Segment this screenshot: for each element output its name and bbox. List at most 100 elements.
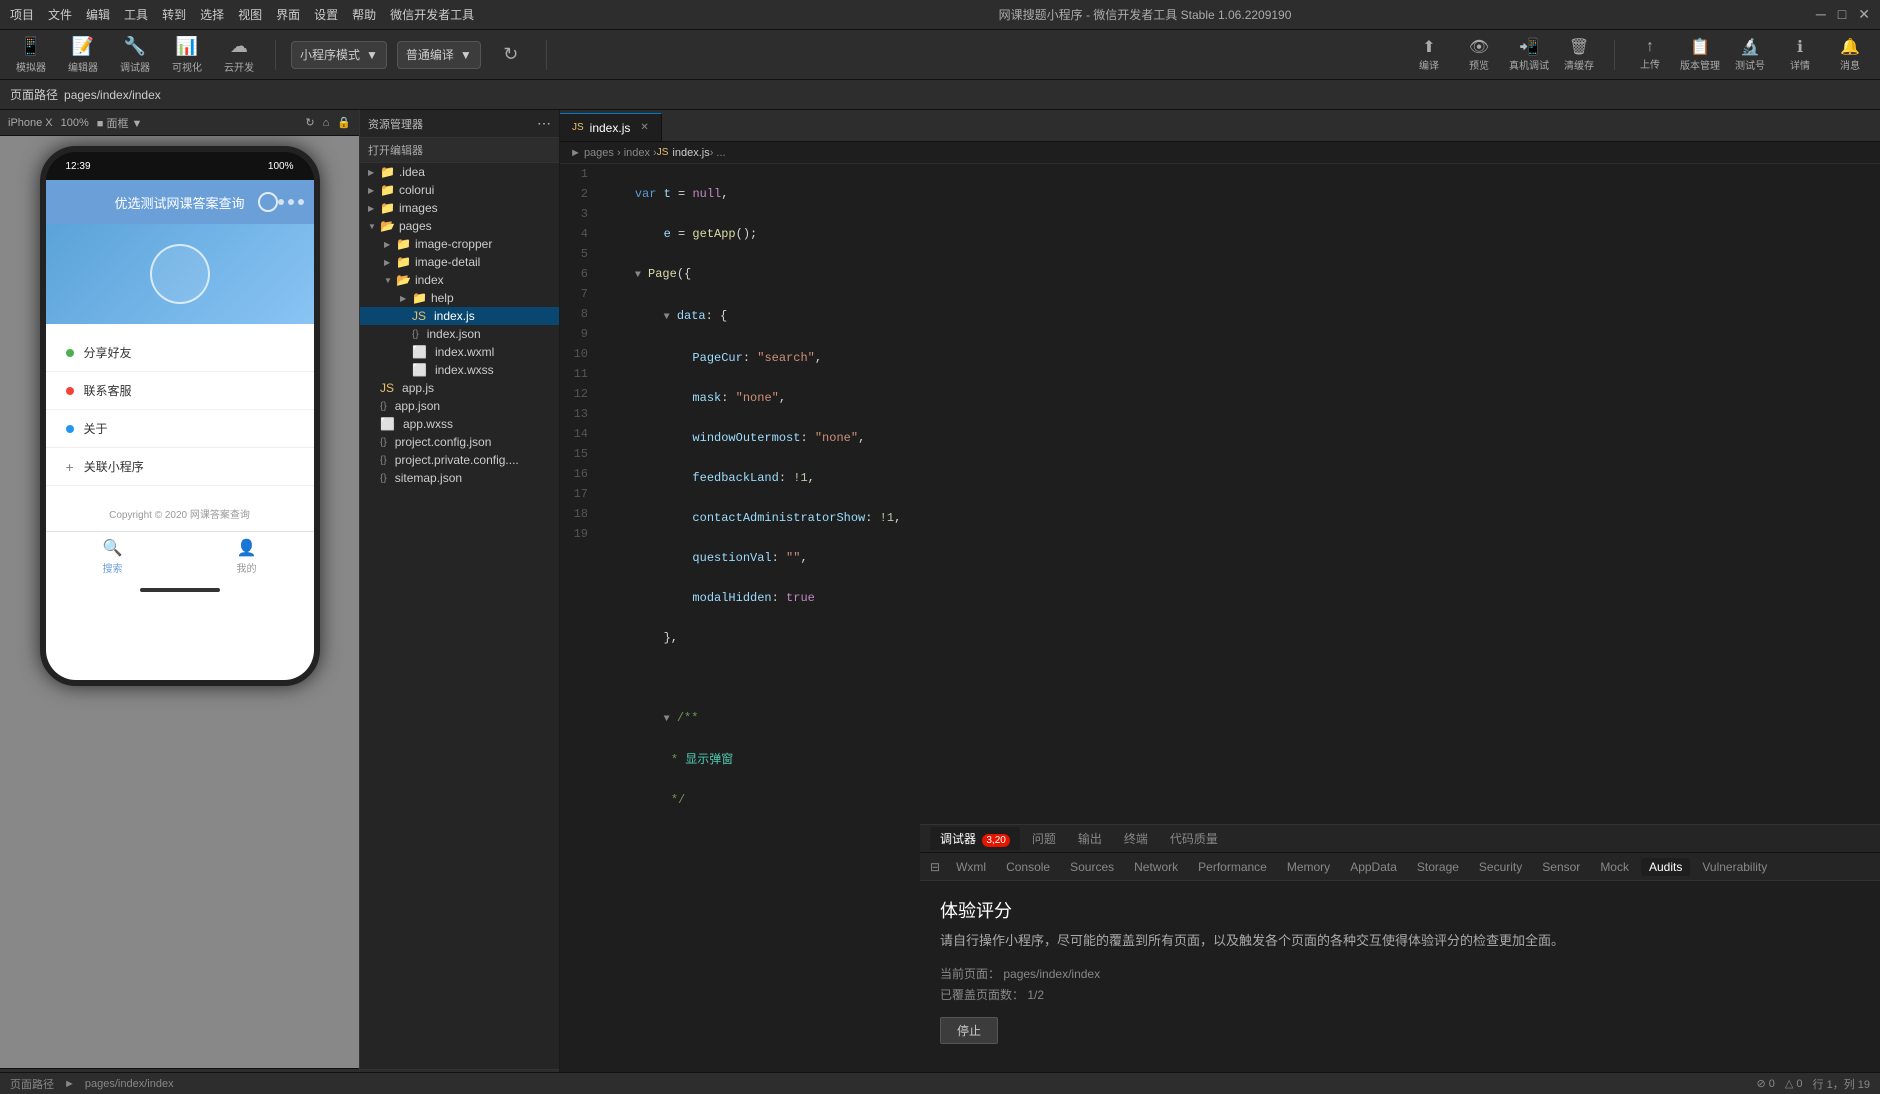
upload2-button[interactable]: ↑ 上传	[1630, 38, 1670, 71]
covered-pages-value: 1/2	[1027, 988, 1044, 1002]
menu-view[interactable]: 视图	[238, 6, 262, 23]
menu-edit[interactable]: 编辑	[86, 6, 110, 23]
imagedetail-arrow: ▶	[384, 258, 396, 267]
devtools-tab-sources[interactable]: Sources	[1062, 858, 1122, 876]
tree-item-appwxss[interactable]: ⬜ app.wxss	[360, 415, 559, 433]
version-button[interactable]: 📋 版本管理	[1680, 37, 1720, 72]
phone-menu-about[interactable]: 关于	[46, 410, 314, 448]
projectconfig-icon: {}	[380, 437, 387, 448]
lock-button[interactable]: 🔒	[337, 116, 351, 129]
devtools-tab-memory[interactable]: Memory	[1279, 858, 1338, 876]
devtools-tab-sensor[interactable]: Sensor	[1534, 858, 1588, 876]
phone-tab-mine[interactable]: 👤 我的	[180, 538, 314, 575]
menu-interface[interactable]: 界面	[276, 6, 300, 23]
devtools-tab-audits[interactable]: Audits	[1641, 858, 1690, 876]
tree-item-sitemap[interactable]: {} sitemap.json	[360, 469, 559, 487]
code-editor[interactable]: 12345 678910 1112131415 16171819 var t =…	[560, 164, 1880, 824]
imagecropper-arrow: ▶	[384, 240, 396, 249]
tree-item-indexjson[interactable]: {} index.json	[360, 325, 559, 343]
cloud-button[interactable]: ☁ 云开发	[218, 32, 260, 78]
menu-goto[interactable]: 转到	[162, 6, 186, 23]
maximize-button[interactable]: □	[1838, 6, 1846, 23]
tree-item-idea[interactable]: ▶ 📁 .idea	[360, 163, 559, 181]
stop-button[interactable]: 停止	[940, 1017, 998, 1044]
devtools-tab-storage[interactable]: Storage	[1409, 858, 1467, 876]
devtools-tab-performance[interactable]: Performance	[1190, 858, 1275, 876]
tree-item-appjs[interactable]: JS app.js	[360, 379, 559, 397]
menu-wechat[interactable]: 微信开发者工具	[390, 6, 474, 23]
devtools-sidebar-btn[interactable]: ⊟	[930, 860, 940, 874]
terminal-tab-label: 终端	[1124, 832, 1148, 846]
preview-button[interactable]: 👁 预览	[1459, 37, 1499, 72]
menu-select[interactable]: 选择	[200, 6, 224, 23]
phone-tab-search[interactable]: 🔍 搜索	[46, 538, 180, 575]
phone-menu-contact[interactable]: 联系客服	[46, 372, 314, 410]
status-warn-count: △ 0	[1785, 1077, 1803, 1090]
devtools-tab-wxml[interactable]: Wxml	[948, 858, 994, 876]
devtools-tab-console[interactable]: Console	[998, 858, 1058, 876]
visualize-button[interactable]: 📊 可视化	[166, 32, 208, 78]
tree-item-projectconfig[interactable]: {} project.config.json	[360, 433, 559, 451]
file-panel-icons[interactable]: ⋯	[537, 115, 551, 132]
imagecropper-folder-icon: 📁	[396, 237, 411, 251]
rotate-button[interactable]: ↻	[305, 116, 314, 129]
tree-item-indexjs[interactable]: JS index.js	[360, 307, 559, 325]
imagedetail-label: image-detail	[415, 255, 480, 269]
phone-menu-share[interactable]: 分享好友	[46, 334, 314, 372]
devtools-tab-security[interactable]: Security	[1471, 858, 1530, 876]
devtools-tab-vulnerability[interactable]: Vulnerability	[1694, 858, 1775, 876]
devtools-tab-appdata[interactable]: AppData	[1342, 858, 1405, 876]
window-controls[interactable]: ─ □ ✕	[1816, 6, 1870, 23]
real-machine-button[interactable]: 📲 真机调试	[1509, 37, 1549, 72]
detail-button[interactable]: ℹ 详情	[1780, 37, 1820, 72]
menu-settings[interactable]: 设置	[314, 6, 338, 23]
refresh-button[interactable]: ↻	[491, 40, 531, 69]
tree-item-pages[interactable]: ▼ 📂 pages	[360, 217, 559, 235]
devtools-tab-mock[interactable]: Mock	[1592, 858, 1637, 876]
menu-project[interactable]: 项目	[10, 6, 34, 23]
upload-button[interactable]: ⬆ 编译	[1409, 37, 1449, 72]
tree-item-projectprivate[interactable]: {} project.private.config....	[360, 451, 559, 469]
menu-tools[interactable]: 工具	[124, 6, 148, 23]
tree-item-index[interactable]: ▼ 📂 index	[360, 271, 559, 289]
tree-item-indexwxss[interactable]: ⬜ index.wxss	[360, 361, 559, 379]
devtools-tab-network[interactable]: Network	[1126, 858, 1186, 876]
test-button[interactable]: 🔬 测试号	[1730, 37, 1770, 72]
tree-item-appjson[interactable]: {} app.json	[360, 397, 559, 415]
open-editor-btn[interactable]: 打开编辑器	[360, 138, 559, 163]
phone-menu-link[interactable]: + 关联小程序	[46, 448, 314, 486]
frame-toggle[interactable]: ■ 面框 ▼	[97, 115, 143, 131]
clear-button[interactable]: 🗑 清缓存	[1559, 37, 1599, 72]
clear-icon: 🗑	[1569, 37, 1589, 57]
menu-help[interactable]: 帮助	[352, 6, 376, 23]
minimize-button[interactable]: ─	[1816, 6, 1826, 23]
visualize-icon: 📊	[176, 36, 198, 57]
bottom-tab-issues[interactable]: 问题	[1022, 827, 1066, 850]
close-button[interactable]: ✕	[1858, 6, 1870, 23]
mode-dropdown[interactable]: 小程序模式 ▼	[291, 41, 387, 69]
simulator-button[interactable]: 📱 模拟器	[10, 32, 52, 78]
bottom-tab-output[interactable]: 输出	[1068, 827, 1112, 850]
projectconfig-label: project.config.json	[395, 435, 492, 449]
tree-item-indexwxml[interactable]: ⬜ index.wxml	[360, 343, 559, 361]
home-button[interactable]: ⌂	[323, 117, 330, 129]
tree-item-help[interactable]: ▶ 📁 help	[360, 289, 559, 307]
bottom-tab-codequality[interactable]: 代码质量	[1160, 827, 1228, 850]
tree-item-imagedetail[interactable]: ▶ 📁 image-detail	[360, 253, 559, 271]
debugger-button[interactable]: 🔧 调试器	[114, 32, 156, 78]
tab-indexjs[interactable]: JS index.js ✕	[560, 113, 662, 141]
tab-close-button[interactable]: ✕	[640, 122, 648, 133]
bottom-tab-debugger[interactable]: 调试器 3,20	[930, 827, 1020, 850]
menu-file[interactable]: 文件	[48, 6, 72, 23]
zoom-label: 100%	[61, 117, 89, 129]
tree-item-images[interactable]: ▶ 📁 images	[360, 199, 559, 217]
preview-panel: iPhone X 100% ■ 面框 ▼ ↻ ⌂ 🔒 12:39 100% 优选…	[0, 110, 360, 1094]
bottom-tab-terminal[interactable]: 终端	[1114, 827, 1158, 850]
code-line-11: modalHidden: true	[606, 588, 1870, 608]
compile-dropdown[interactable]: 普通编译 ▼	[397, 41, 481, 69]
menu-bar[interactable]: 项目 文件 编辑 工具 转到 选择 视图 界面 设置 帮助 微信开发者工具	[10, 6, 474, 23]
tree-item-imagecropper[interactable]: ▶ 📁 image-cropper	[360, 235, 559, 253]
editor-button[interactable]: 📝 编辑器	[62, 32, 104, 78]
tree-item-colorui[interactable]: ▶ 📁 colorui	[360, 181, 559, 199]
message-button[interactable]: 🔔 消息	[1830, 37, 1870, 72]
